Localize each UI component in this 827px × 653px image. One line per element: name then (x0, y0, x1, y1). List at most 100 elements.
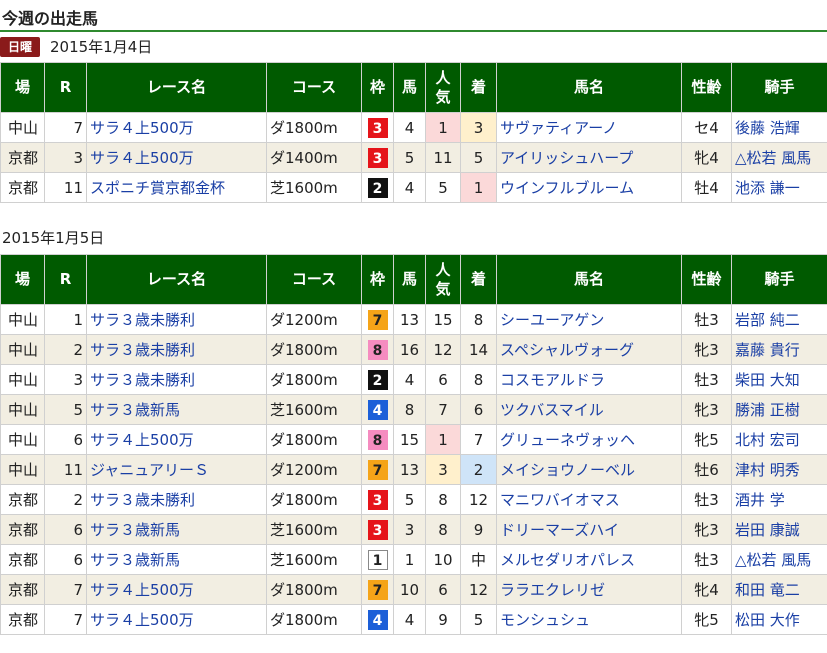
race-name-link[interactable]: サラ４上500万 (90, 611, 194, 629)
race-name-link[interactable]: サラ３歳新馬 (90, 401, 180, 419)
jockey-link[interactable]: 津村 明秀 (735, 461, 800, 479)
race-name-cell: サラ４上500万 (86, 424, 267, 455)
sex-age-cell: 牝5 (681, 424, 732, 455)
race-number-cell: 7 (44, 574, 87, 605)
race-name-link[interactable]: サラ３歳新馬 (90, 521, 180, 539)
jockey-link[interactable]: △松若 風馬 (735, 149, 811, 167)
race-table-jan5: 場 R レース名 コース枠馬人気着馬名 性齢 騎手 中山 1 サラ３歳未勝利 ダ1200m 7 13 1… (0, 254, 827, 635)
jockey-cell: 勝浦 正樹 (731, 394, 827, 425)
jockey-link[interactable]: 後藤 浩輝 (735, 119, 800, 137)
race-number-cell: 2 (44, 334, 87, 365)
column-header: 馬 (393, 62, 426, 113)
race-number-cell: 3 (44, 142, 87, 173)
frame-cell: 4 (361, 604, 394, 635)
jockey-cell: 岩田 康誠 (731, 514, 827, 545)
horse-number-cell: 4 (393, 364, 426, 395)
horse-name-cell: マニワバイオマス (496, 484, 682, 515)
horse-number-cell: 15 (393, 424, 426, 455)
horse-number-cell: 8 (393, 394, 426, 425)
jockey-link[interactable]: 岩田 康誠 (735, 521, 800, 539)
horse-name-link[interactable]: ツクバスマイル (500, 401, 604, 419)
race-name-link[interactable]: ジャニュアリーＳ (90, 461, 209, 479)
race-name-link[interactable]: サラ４上500万 (90, 149, 194, 167)
horse-number-cell: 3 (393, 514, 426, 545)
horse-name-link[interactable]: スペシャルヴォーグ (500, 341, 634, 359)
horse-number-cell: 13 (393, 454, 426, 485)
sex-age-cell: 牡4 (681, 172, 732, 203)
table-row: 中山 7 サラ４上500万 ダ1800m 3 4 1 3 サヴァティアーノ セ4 後藤 浩輝 (0, 112, 827, 143)
race-number-cell: 6 (44, 514, 87, 545)
column-header: 人気 (425, 254, 461, 305)
race-name-link[interactable]: サラ４上500万 (90, 581, 194, 599)
sex-age-cell: 牡3 (681, 544, 732, 575)
frame-badge: 7 (367, 459, 388, 480)
horse-name-link[interactable]: グリューネヴォッヘ (500, 431, 635, 449)
finish-cell: 2 (460, 454, 497, 485)
jockey-link[interactable]: 池添 謙一 (735, 179, 800, 197)
race-number-cell: 1 (44, 304, 87, 335)
jockey-link[interactable]: 柴田 大知 (735, 371, 800, 389)
horse-name-link[interactable]: ドリーマーズハイ (500, 521, 619, 539)
venue-cell: 中山 (0, 334, 45, 365)
jockey-cell: 岩部 純二 (731, 304, 827, 335)
race-name-link[interactable]: スポニチ賞京都金杯 (90, 179, 225, 197)
race-name-link[interactable]: サラ３歳新馬 (90, 551, 180, 569)
race-name-link[interactable]: サラ３歳未勝利 (90, 311, 195, 329)
jockey-cell: 北村 宏司 (731, 424, 827, 455)
race-name-link[interactable]: サラ４上500万 (90, 119, 194, 137)
race-name-link[interactable]: サラ４上500万 (90, 431, 194, 449)
horse-number-cell: 4 (393, 112, 426, 143)
column-header: コース (266, 62, 362, 113)
jockey-cell: △松若 風馬 (731, 142, 827, 173)
popularity-cell: 1 (425, 112, 461, 143)
column-header: 人気 (425, 62, 461, 113)
horse-name-link[interactable]: マニワバイオマス (500, 491, 620, 509)
finish-cell: 3 (460, 112, 497, 143)
sex-age-cell: 牝5 (681, 604, 732, 635)
race-name-cell: サラ４上500万 (86, 142, 267, 173)
popularity-cell: 7 (425, 394, 461, 425)
jockey-cell: 池添 謙一 (731, 172, 827, 203)
jockey-link[interactable]: 勝浦 正樹 (735, 401, 800, 419)
table-row: 中山 5 サラ３歳新馬 芝1600m 4 8 7 6 ツクバスマイル 牝3 勝浦 正樹 (0, 394, 827, 425)
horse-name-cell: サヴァティアーノ (496, 112, 682, 143)
horse-name-link[interactable]: メルセダリオパレス (500, 551, 635, 569)
horse-name-link[interactable]: メイショウノーベル (500, 461, 635, 479)
course-cell: ダ1800m (266, 574, 362, 605)
jockey-link[interactable]: 北村 宏司 (735, 431, 800, 449)
race-date: 2015年1月4日 (50, 38, 153, 56)
frame-badge: 2 (367, 369, 388, 390)
race-name-link[interactable]: サラ３歳未勝利 (90, 341, 195, 359)
finish-cell: 7 (460, 424, 497, 455)
jockey-cell: 柴田 大知 (731, 364, 827, 395)
jockey-link[interactable]: 和田 竜二 (735, 581, 800, 599)
frame-cell: 4 (361, 394, 394, 425)
frame-cell: 8 (361, 424, 394, 455)
popularity-cell: 9 (425, 604, 461, 635)
horse-name-link[interactable]: モンシュシュ (500, 611, 590, 629)
frame-cell: 3 (361, 142, 394, 173)
race-name-cell: サラ４上500万 (86, 604, 267, 635)
horse-name-link[interactable]: ウインフルブルーム (500, 179, 634, 197)
course-cell: ダ1800m (266, 112, 362, 143)
jockey-link[interactable]: 嘉藤 貴行 (735, 341, 800, 359)
venue-cell: 中山 (0, 304, 45, 335)
horse-name-link[interactable]: ララエクレリゼ (500, 581, 605, 599)
race-name-cell: サラ４上500万 (86, 574, 267, 605)
frame-cell: 7 (361, 574, 394, 605)
jockey-link[interactable]: 酒井 学 (735, 491, 785, 509)
jockey-link[interactable]: 松田 大作 (735, 611, 800, 629)
jockey-link[interactable]: 岩部 純二 (735, 311, 800, 329)
column-header: 性齢 (681, 62, 732, 113)
course-cell: ダ1400m (266, 142, 362, 173)
horse-name-link[interactable]: アイリッシュハープ (500, 149, 633, 167)
horse-name-link[interactable]: シーユーアゲン (500, 311, 604, 329)
race-name-link[interactable]: サラ３歳未勝利 (90, 371, 195, 389)
horse-name-link[interactable]: コスモアルドラ (500, 371, 605, 389)
race-name-link[interactable]: サラ３歳未勝利 (90, 491, 195, 509)
finish-cell: 5 (460, 604, 497, 635)
horse-name-link[interactable]: サヴァティアーノ (500, 119, 617, 137)
course-cell: ダ1200m (266, 304, 362, 335)
finish-cell: 中 (460, 544, 497, 575)
jockey-link[interactable]: △松若 風馬 (735, 551, 811, 569)
